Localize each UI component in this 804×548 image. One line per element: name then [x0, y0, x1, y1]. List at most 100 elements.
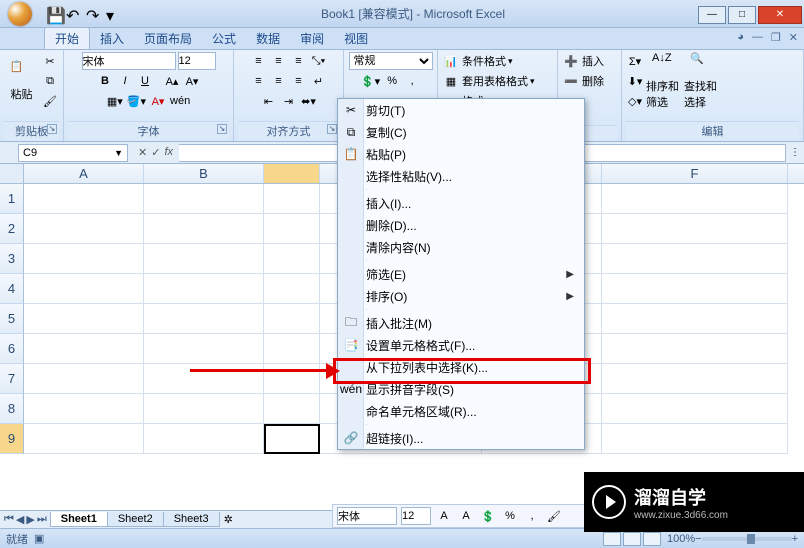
help-icon[interactable]: ◕	[737, 31, 744, 44]
cell[interactable]	[264, 424, 320, 454]
col-header[interactable]: B	[144, 164, 264, 183]
mini-comma-icon[interactable]: ,	[523, 507, 541, 525]
cell[interactable]	[24, 304, 144, 334]
tab-home[interactable]: 开始	[44, 27, 90, 49]
cell[interactable]	[24, 424, 144, 454]
align-bottom-icon[interactable]: ≡	[290, 52, 308, 70]
comma-icon[interactable]: ,	[403, 72, 421, 90]
cell[interactable]	[264, 244, 320, 274]
dialog-launcher-icon[interactable]: ↘	[327, 124, 337, 134]
row-header[interactable]: 4	[0, 274, 24, 304]
ctx-delete[interactable]: 删除(D)...	[338, 214, 584, 236]
cell[interactable]	[264, 304, 320, 334]
cell[interactable]	[24, 274, 144, 304]
tab-data[interactable]: 数据	[246, 28, 290, 49]
sheet-tab[interactable]: Sheet2	[107, 512, 164, 527]
font-color-icon[interactable]: A▾	[149, 92, 167, 110]
undo-icon[interactable]: ↶	[66, 6, 82, 22]
conditional-format-icon[interactable]: 📊	[442, 52, 460, 70]
ctx-copy[interactable]: ⧉复制(C)	[338, 121, 584, 143]
ctx-show-pinyin[interactable]: wén显示拼音字段(S)	[338, 378, 584, 400]
increase-indent-icon[interactable]: ⇥	[280, 92, 298, 110]
close-button[interactable]: ✕	[758, 6, 802, 24]
chevron-down-icon[interactable]: ▼	[114, 148, 123, 158]
ctx-paste-special[interactable]: 选择性粘贴(V)...	[338, 165, 584, 187]
align-left-icon[interactable]: ≡	[250, 72, 268, 90]
cell[interactable]	[144, 244, 264, 274]
number-format-select[interactable]: 常规	[349, 52, 433, 70]
grow-font-icon[interactable]: A▴	[163, 72, 181, 90]
cell[interactable]	[144, 304, 264, 334]
ctx-clear[interactable]: 清除内容(N)	[338, 236, 584, 258]
sheet-next-icon[interactable]: ▶	[26, 513, 34, 526]
row-header[interactable]: 7	[0, 364, 24, 394]
mdi-minimize-icon[interactable]: —	[752, 31, 763, 44]
cell[interactable]	[144, 424, 264, 454]
mini-percent-icon[interactable]: %	[501, 507, 519, 525]
cell[interactable]	[24, 334, 144, 364]
ctx-paste[interactable]: 📋粘贴(P)	[338, 143, 584, 165]
cell[interactable]	[144, 214, 264, 244]
sheet-tab[interactable]: Sheet3	[163, 512, 220, 527]
merge-icon[interactable]: ⬌▾	[300, 92, 318, 110]
dialog-launcher-icon[interactable]: ↘	[217, 124, 227, 134]
cell[interactable]	[602, 424, 788, 454]
fill-color-icon[interactable]: 🪣▾	[126, 92, 147, 110]
cell[interactable]	[602, 334, 788, 364]
tab-review[interactable]: 审阅	[290, 28, 334, 49]
cell[interactable]	[24, 364, 144, 394]
currency-icon[interactable]: 💲▾	[360, 72, 381, 90]
mini-shrink-font-icon[interactable]: A	[457, 507, 475, 525]
zoom-level[interactable]: 100%	[667, 533, 695, 545]
italic-button[interactable]: I	[116, 72, 134, 90]
percent-icon[interactable]: %	[383, 72, 401, 90]
mini-currency-icon[interactable]: 💲	[479, 507, 497, 525]
align-top-icon[interactable]: ≡	[250, 52, 268, 70]
cell[interactable]	[24, 394, 144, 424]
row-header[interactable]: 6	[0, 334, 24, 364]
ctx-hyperlink[interactable]: 🔗超链接(I)...	[338, 427, 584, 449]
mini-size-input[interactable]	[401, 507, 431, 525]
underline-button[interactable]: U	[136, 72, 154, 90]
minimize-button[interactable]: —	[698, 6, 726, 24]
view-normal-icon[interactable]	[603, 532, 621, 546]
format-painter-icon[interactable]: 🖌	[41, 92, 59, 110]
shrink-font-icon[interactable]: A▾	[183, 72, 201, 90]
cell[interactable]	[144, 394, 264, 424]
autosum-icon[interactable]: Σ▾	[626, 52, 644, 70]
tab-formulas[interactable]: 公式	[202, 28, 246, 49]
col-header[interactable]	[264, 164, 320, 183]
ctx-cut[interactable]: ✂剪切(T)	[338, 99, 584, 121]
cell[interactable]	[264, 334, 320, 364]
wrap-text-icon[interactable]: ↵	[310, 72, 328, 90]
cut-icon[interactable]: ✂	[41, 52, 59, 70]
cell[interactable]	[602, 244, 788, 274]
cell[interactable]	[602, 394, 788, 424]
zoom-in-icon[interactable]: +	[792, 533, 798, 545]
ctx-pick-dropdown[interactable]: 从下拉列表中选择(K)...	[338, 356, 584, 378]
ctx-format-cells[interactable]: 📑设置单元格格式(F)...	[338, 334, 584, 356]
cell[interactable]	[24, 214, 144, 244]
delete-cells-icon[interactable]: ➖	[562, 72, 580, 90]
row-header[interactable]: 2	[0, 214, 24, 244]
view-layout-icon[interactable]	[623, 532, 641, 546]
ctx-insert[interactable]: 插入(I)...	[338, 192, 584, 214]
maximize-button[interactable]: □	[728, 6, 756, 24]
zoom-slider[interactable]	[702, 537, 792, 541]
row-header[interactable]: 5	[0, 304, 24, 334]
row-header[interactable]: 1	[0, 184, 24, 214]
orientation-icon[interactable]: ⤡▾	[310, 52, 328, 70]
copy-icon[interactable]: ⧉	[41, 72, 59, 90]
sheet-first-icon[interactable]: ⏮	[4, 513, 14, 526]
dialog-launcher-icon[interactable]: ↘	[47, 124, 57, 134]
cell[interactable]	[264, 214, 320, 244]
tab-layout[interactable]: 页面布局	[134, 28, 202, 49]
cell[interactable]	[602, 364, 788, 394]
tab-view[interactable]: 视图	[334, 28, 378, 49]
office-button[interactable]	[0, 0, 40, 28]
cell[interactable]	[144, 184, 264, 214]
sheet-last-icon[interactable]: ⏭	[37, 513, 47, 526]
cell[interactable]	[602, 304, 788, 334]
ctx-filter[interactable]: 筛选(E)▶	[338, 263, 584, 285]
font-name-input[interactable]	[82, 52, 176, 70]
